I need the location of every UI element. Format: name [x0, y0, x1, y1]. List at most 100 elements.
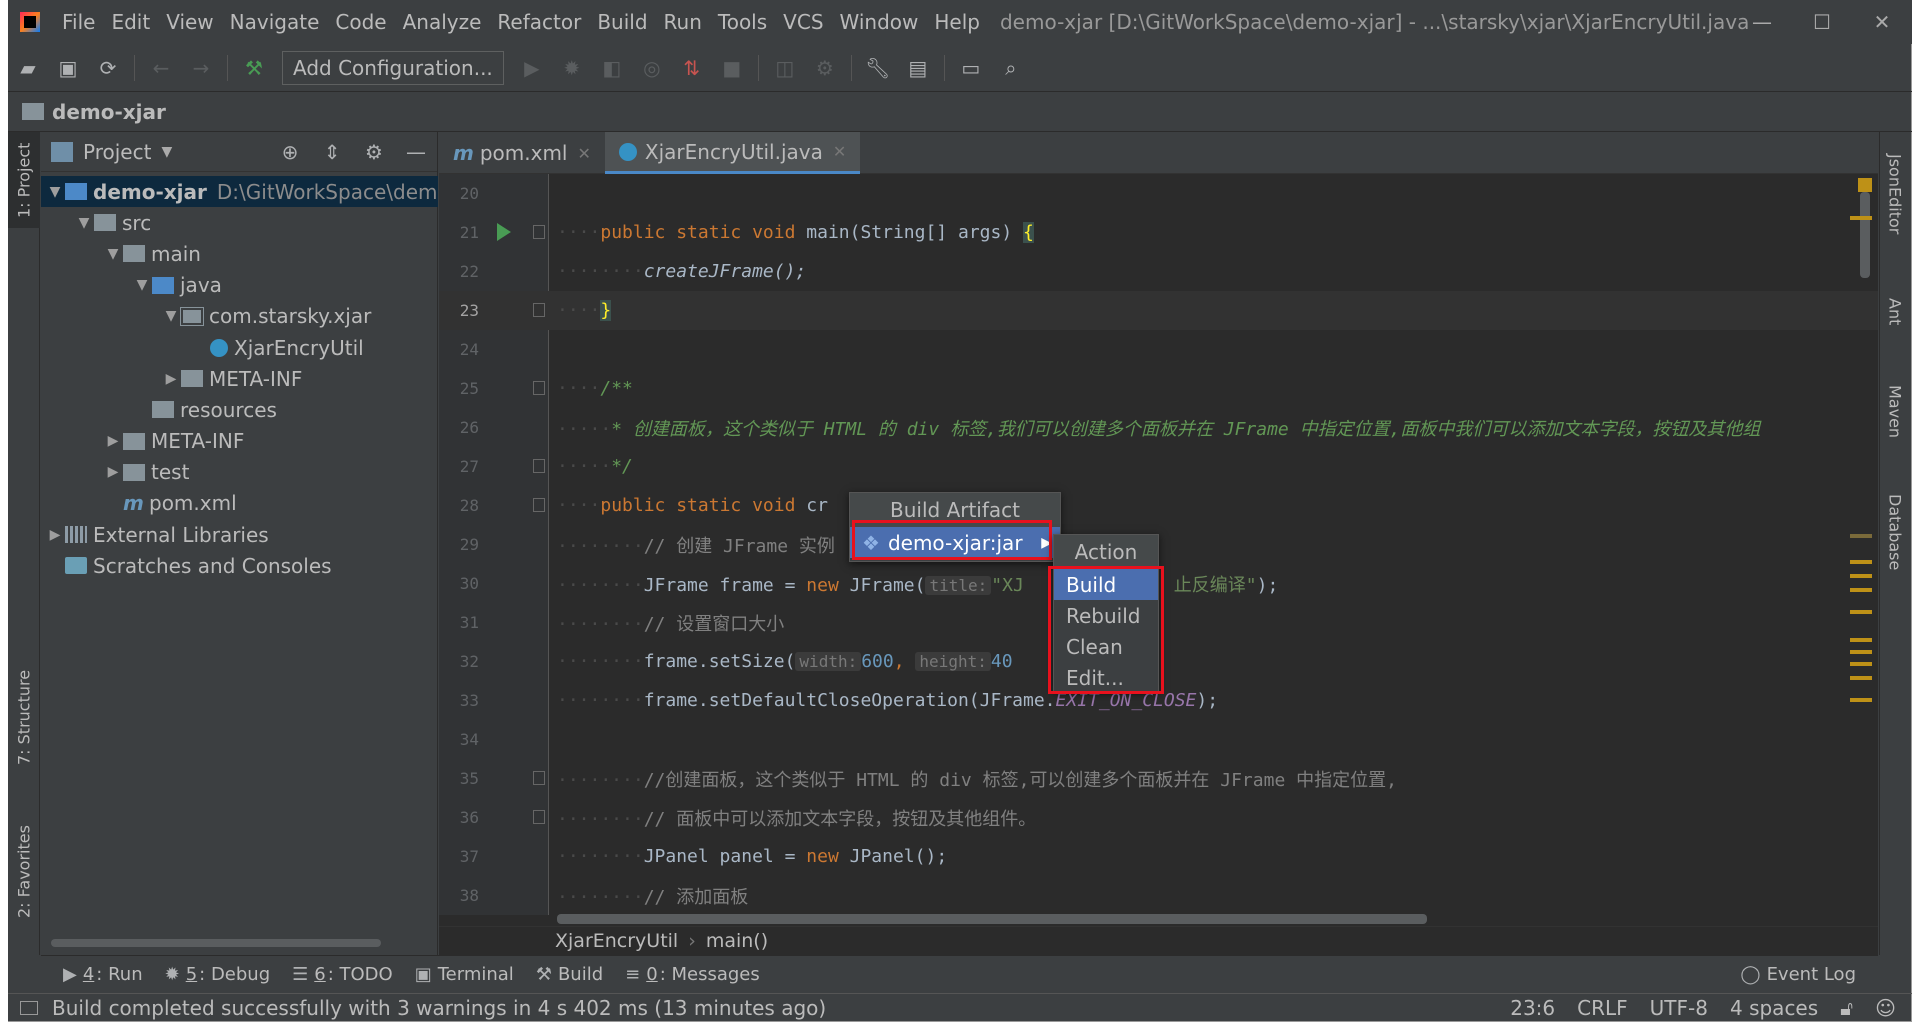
json-editor-tool-tab[interactable]: JsonEditor: [1879, 144, 1911, 244]
menu-build[interactable]: Build: [589, 10, 655, 34]
inspector-icon[interactable]: ☺: [1875, 996, 1896, 1020]
search-icon[interactable]: ⌕: [991, 48, 1031, 88]
menu-edit[interactable]: Edit: [103, 10, 158, 34]
breadcrumb-method[interactable]: main(): [706, 930, 768, 952]
error-stripe-mark[interactable]: [1850, 650, 1872, 654]
collapsed-arrow-icon[interactable]: ▶: [103, 433, 123, 449]
fold-icon[interactable]: [533, 771, 545, 785]
tree-item[interactable]: ▶ META-INF: [41, 363, 438, 394]
expanded-arrow-icon[interactable]: ▼: [103, 246, 123, 262]
menu-file[interactable]: File: [54, 10, 103, 34]
menu-vcs[interactable]: VCS: [775, 10, 831, 34]
fold-icon[interactable]: [533, 459, 545, 473]
menu-analyze[interactable]: Analyze: [395, 10, 490, 34]
menu-run[interactable]: Run: [656, 10, 710, 34]
expanded-arrow-icon[interactable]: ▼: [45, 184, 65, 200]
tree-horizontal-scrollbar[interactable]: [51, 939, 381, 947]
save-icon[interactable]: ▣: [48, 48, 88, 88]
collapsed-arrow-icon[interactable]: ▶: [45, 527, 65, 543]
menu-help[interactable]: Help: [926, 10, 988, 34]
tree-item[interactable]: ▶ test: [41, 457, 438, 488]
build-hammer-icon[interactable]: ⚒: [234, 48, 274, 88]
run-config-icon[interactable]: ⇅: [672, 48, 712, 88]
menu-window[interactable]: Window: [832, 10, 927, 34]
maven-tool-tab[interactable]: Maven: [1879, 372, 1911, 452]
coverage-icon[interactable]: ◧: [592, 48, 632, 88]
stop-icon[interactable]: ■: [712, 48, 752, 88]
close-tab-icon[interactable]: ✕: [578, 144, 591, 163]
tool-window-button[interactable]: ≡ 0: Messages: [625, 964, 760, 985]
tree-item[interactable]: ▼ src: [41, 207, 438, 238]
settings-wrench-icon[interactable]: 🔧︎: [858, 48, 898, 88]
close-icon[interactable]: ✕: [1852, 0, 1912, 44]
tree-item[interactable]: ▼ demo-xjar D:\GitWorkSpace\dem: [41, 176, 438, 208]
error-stripe-mark[interactable]: [1850, 638, 1872, 642]
favorites-tool-tab[interactable]: 2: Favorites: [8, 812, 40, 932]
update-icon[interactable]: ⚙: [805, 48, 845, 88]
file-encoding[interactable]: UTF-8: [1650, 996, 1708, 1020]
fold-icon[interactable]: [533, 381, 545, 395]
add-configuration-button[interactable]: Add Configuration...: [282, 50, 504, 85]
lock-icon[interactable]: 🔓︎: [1840, 996, 1853, 1020]
tab-pom-xml[interactable]: m pom.xml ✕: [439, 132, 605, 174]
tool-window-button[interactable]: ☰ 6: TODO: [292, 964, 393, 985]
tree-item[interactable]: ▼ main: [41, 238, 438, 269]
menu-tools[interactable]: Tools: [710, 10, 775, 34]
tree-item[interactable]: ▼ java: [41, 270, 438, 301]
fold-icon[interactable]: [533, 225, 545, 239]
minimize-icon[interactable]: —: [1732, 0, 1792, 44]
expanded-arrow-icon[interactable]: ▼: [74, 215, 94, 231]
error-stripe-mark[interactable]: [1850, 662, 1872, 666]
tool-window-button[interactable]: ▶ 4: Run: [63, 964, 143, 985]
tool-window-button[interactable]: ⚒ Build: [536, 964, 603, 985]
project-panel-title[interactable]: Project: [83, 140, 151, 164]
fold-icon[interactable]: [533, 303, 545, 317]
menu-code[interactable]: Code: [327, 10, 394, 34]
error-stripe-mark[interactable]: [1850, 574, 1872, 578]
tree-item[interactable]: ▶ META-INF: [41, 426, 438, 457]
expanded-arrow-icon[interactable]: ▼: [132, 277, 152, 293]
indent-setting[interactable]: 4 spaces: [1730, 996, 1818, 1020]
structure-tool-tab[interactable]: 7: Structure: [8, 657, 40, 777]
tree-item[interactable]: ▶ External Libraries: [41, 519, 438, 550]
locate-icon[interactable]: ⊕: [269, 140, 311, 164]
nav-project-name[interactable]: demo-xjar: [52, 100, 166, 124]
tool-window-button[interactable]: ▣ Terminal: [415, 964, 514, 985]
run-gutter-icon[interactable]: [497, 223, 511, 241]
error-stripe-mark[interactable]: [1850, 534, 1872, 538]
status-message[interactable]: Build completed successfully with 3 warn…: [52, 996, 826, 1020]
error-stripe-mark[interactable]: [1850, 676, 1872, 680]
collapse-all-icon[interactable]: ⇕: [311, 140, 353, 164]
fold-icon[interactable]: [533, 810, 545, 824]
profile-icon[interactable]: ◎: [632, 48, 672, 88]
sync-icon[interactable]: ⟳: [88, 48, 128, 88]
caret-position[interactable]: 23:6: [1510, 996, 1555, 1020]
tree-item[interactable]: XjarEncryUtil: [41, 332, 438, 363]
tab-xjarencryutil-java[interactable]: XjarEncryUtil.java ✕: [604, 132, 861, 174]
vcs-icon[interactable]: ◫: [765, 48, 805, 88]
menu-refactor[interactable]: Refactor: [489, 10, 589, 34]
open-folder-icon[interactable]: ▰: [8, 48, 48, 88]
tree-item[interactable]: Scratches and Consoles: [41, 550, 438, 581]
close-tab-icon[interactable]: ✕: [833, 142, 846, 161]
tree-item[interactable]: ▼ com.starsky.xjar: [41, 301, 438, 332]
back-icon[interactable]: ←: [141, 48, 181, 88]
menu-view[interactable]: View: [158, 10, 221, 34]
database-tool-tab[interactable]: Database: [1879, 482, 1911, 582]
collapsed-arrow-icon[interactable]: ▶: [161, 371, 181, 387]
fold-icon[interactable]: [533, 498, 545, 512]
editor-vertical-scrollbar[interactable]: [1860, 192, 1870, 278]
warning-marker-icon[interactable]: [1858, 178, 1872, 192]
tree-item[interactable]: resources: [41, 394, 438, 425]
maximize-icon[interactable]: ☐: [1792, 0, 1852, 44]
error-stripe-mark[interactable]: [1850, 216, 1872, 220]
tool-window-button[interactable]: ✹ 5: Debug: [165, 964, 271, 985]
error-stripe-mark[interactable]: [1850, 698, 1872, 702]
presentation-icon[interactable]: ▭: [951, 48, 991, 88]
tree-item[interactable]: m pom.xml: [41, 488, 438, 519]
event-log-button[interactable]: ◯ Event Log: [1740, 964, 1856, 985]
breadcrumb-class[interactable]: XjarEncryUtil: [555, 930, 678, 952]
project-tool-tab[interactable]: 1: Project: [8, 132, 40, 228]
error-stripe-mark[interactable]: [1850, 560, 1872, 564]
line-separator[interactable]: CRLF: [1577, 996, 1628, 1020]
